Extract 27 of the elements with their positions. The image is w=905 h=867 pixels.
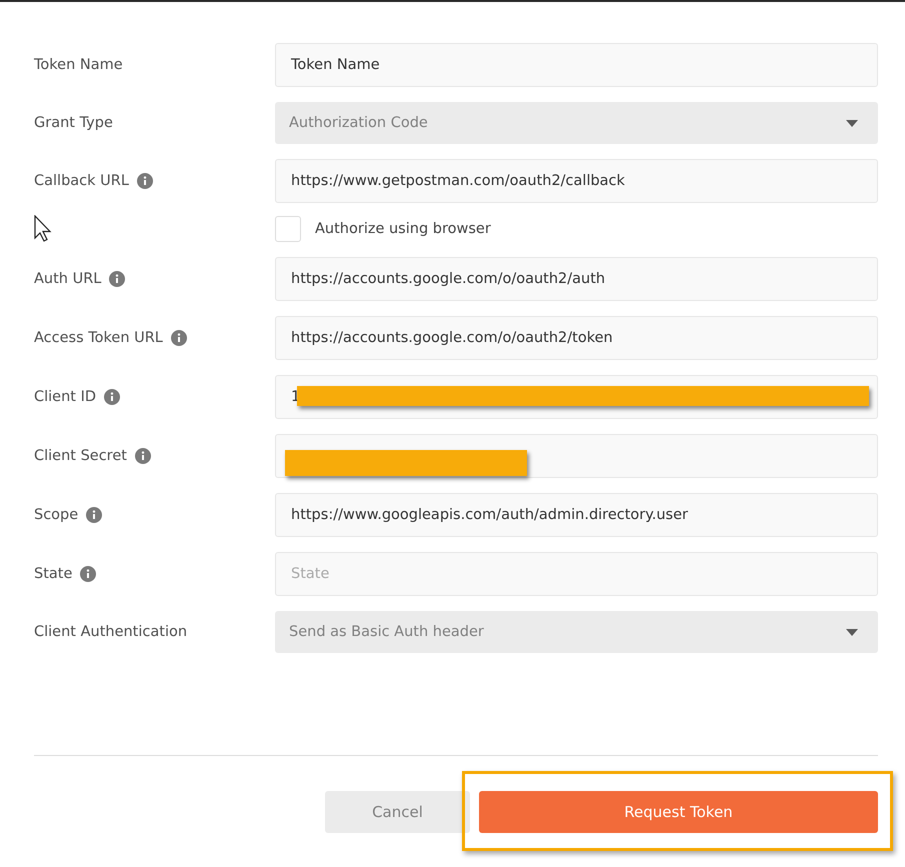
input-field[interactable]: https://accounts.google.com/o/oauth2/auth bbox=[275, 257, 878, 301]
field-label: Client Authentication bbox=[34, 624, 188, 640]
info-icon[interactable] bbox=[86, 507, 102, 523]
field-label: Auth URL bbox=[34, 271, 102, 287]
field-label: Token Name bbox=[34, 57, 123, 73]
field-label: Callback URL bbox=[34, 173, 129, 189]
caret-icon bbox=[846, 120, 858, 126]
checkbox-label[interactable]: Authorize using browser bbox=[315, 221, 491, 237]
field-label: Grant Type bbox=[34, 115, 113, 131]
info-icon[interactable] bbox=[136, 173, 153, 189]
field-label: Client Secret bbox=[34, 448, 127, 464]
info-icon[interactable] bbox=[134, 448, 151, 464]
info-icon[interactable] bbox=[170, 330, 187, 346]
field-label: Scope bbox=[34, 507, 78, 523]
info-icon[interactable] bbox=[109, 271, 126, 287]
input-field[interactable]: https://accounts.google.com/o/oauth2/token bbox=[275, 316, 878, 360]
checkbox[interactable] bbox=[275, 216, 301, 242]
input-field[interactable]: https://www.googleapis.com/auth/admin.directory.user bbox=[275, 493, 878, 537]
cursor-icon bbox=[34, 215, 53, 242]
info-icon[interactable] bbox=[104, 389, 120, 405]
field-label: Access Token URL bbox=[34, 330, 163, 346]
caret-icon bbox=[846, 628, 858, 636]
field-label: State bbox=[34, 566, 72, 582]
field-label: Client ID bbox=[34, 389, 96, 405]
info-icon[interactable] bbox=[80, 566, 96, 582]
input-field[interactable]: https://www.getpostman.com/oauth2/callback bbox=[275, 159, 878, 203]
input-field[interactable]: Token Name bbox=[275, 43, 878, 87]
